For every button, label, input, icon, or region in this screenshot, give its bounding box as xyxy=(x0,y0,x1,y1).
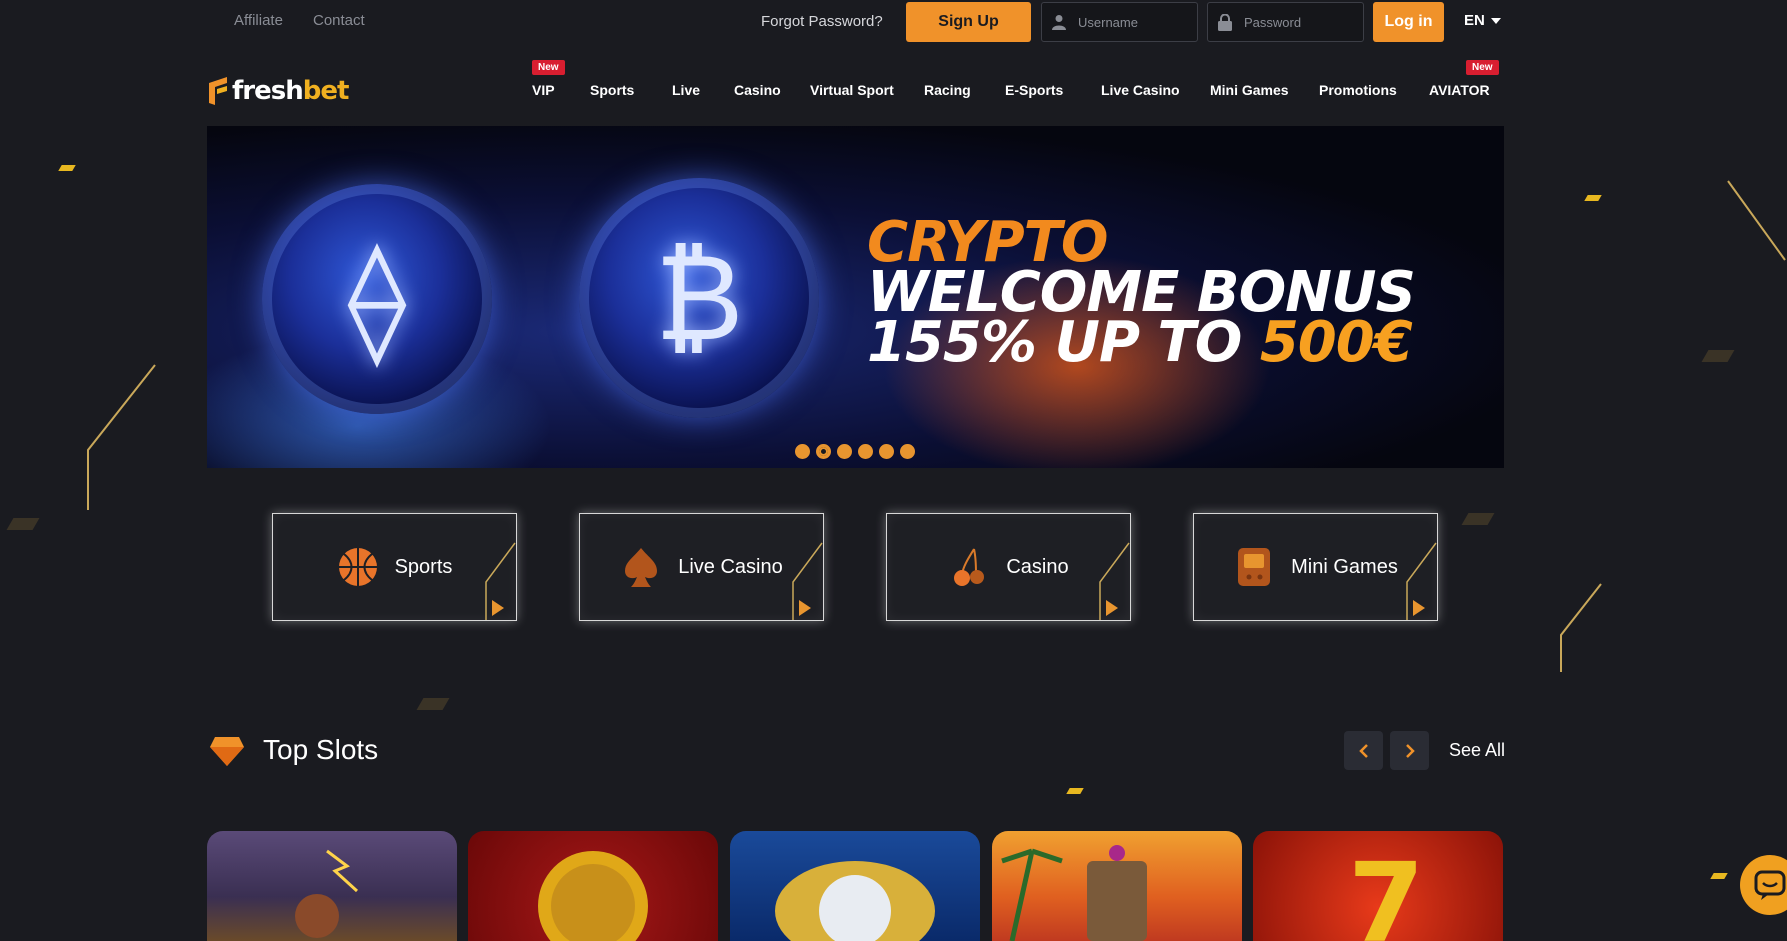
game-console-icon xyxy=(1233,546,1275,588)
username-field[interactable] xyxy=(1041,2,1198,42)
ethereum-coin-icon: ⟠ xyxy=(262,184,492,414)
carousel-dot[interactable] xyxy=(879,444,894,459)
new-badge: New xyxy=(532,60,565,75)
chevron-left-icon xyxy=(1358,743,1368,758)
affiliate-link[interactable]: Affiliate xyxy=(234,12,283,29)
play-corner-icon xyxy=(1099,542,1130,620)
carousel-dot[interactable] xyxy=(795,444,810,459)
section-title-top-slots: Top Slots xyxy=(263,734,379,765)
ethereum-symbol-icon: ⟠ xyxy=(347,229,407,369)
slots-next-button[interactable] xyxy=(1390,731,1429,770)
bitcoin-symbol-icon: ₿ xyxy=(654,228,744,368)
language-label: EN xyxy=(1464,12,1485,29)
nav-item-virtual-sport[interactable]: Virtual Sport xyxy=(810,82,894,98)
banner-line-offer: 155% UP TO 500€ xyxy=(867,315,1415,371)
category-card-sports[interactable]: Sports xyxy=(272,513,517,621)
banner-offer-prefix: 155% UP TO xyxy=(867,310,1260,375)
freshbet-logo[interactable]: fresh bet xyxy=(207,76,350,106)
chevron-right-icon xyxy=(1405,743,1415,758)
password-field[interactable] xyxy=(1207,2,1364,42)
category-card-casino[interactable]: Casino xyxy=(886,513,1131,621)
decor-chip xyxy=(416,698,450,710)
banner-offer-amount: 500€ xyxy=(1259,310,1413,375)
slots-prev-button[interactable] xyxy=(1344,731,1383,770)
carousel-dots xyxy=(795,444,915,459)
cherry-icon xyxy=(948,546,990,588)
category-label: Sports xyxy=(394,555,453,578)
category-label: Live Casino xyxy=(678,555,783,578)
nav-item-e-sports[interactable]: E-Sports xyxy=(1005,82,1063,98)
play-corner-icon xyxy=(792,542,823,620)
language-selector[interactable]: EN xyxy=(1464,12,1501,29)
decor-chip xyxy=(1461,513,1495,525)
caret-down-icon xyxy=(1490,17,1501,24)
password-input[interactable] xyxy=(1242,13,1356,31)
decor-chip xyxy=(58,165,76,171)
log-in-button[interactable]: Log in xyxy=(1373,2,1444,42)
decor-streak xyxy=(1560,583,1602,672)
decor-chip xyxy=(1701,350,1735,362)
nav-item-live-casino[interactable]: Live Casino xyxy=(1101,82,1180,98)
lock-icon xyxy=(1208,13,1242,31)
carousel-dot[interactable] xyxy=(837,444,852,459)
forgot-password-link[interactable]: Forgot Password? xyxy=(761,13,883,30)
live-chat-button[interactable] xyxy=(1740,855,1787,915)
carousel-dot-active[interactable] xyxy=(816,444,831,459)
new-badge: New xyxy=(1466,60,1499,75)
nav-item-promotions[interactable]: Promotions xyxy=(1319,82,1397,98)
category-card-mini-games[interactable]: Mini Games xyxy=(1193,513,1438,621)
logo-mark-icon xyxy=(209,77,227,105)
logo-text-bet: bet xyxy=(302,76,350,106)
category-label: Mini Games xyxy=(1291,555,1398,578)
decor-streak xyxy=(1727,180,1786,261)
nav-item-live[interactable]: Live xyxy=(672,82,700,98)
spade-icon xyxy=(620,546,662,588)
user-icon xyxy=(1042,14,1076,30)
carousel-dot[interactable] xyxy=(900,444,915,459)
nav-item-racing[interactable]: Racing xyxy=(924,82,971,98)
nav-item-sports[interactable]: Sports xyxy=(590,82,634,98)
carousel-dot[interactable] xyxy=(858,444,873,459)
svg-text:7: 7 xyxy=(1348,839,1425,941)
nav-item-aviator[interactable]: AVIATOR xyxy=(1429,82,1490,98)
decor-streak xyxy=(87,364,156,510)
decor-chip xyxy=(6,518,40,530)
logo-text-fresh: fresh xyxy=(232,76,304,106)
nav-item-mini-games[interactable]: Mini Games xyxy=(1210,82,1289,98)
see-all-link[interactable]: See All xyxy=(1449,740,1505,761)
bitcoin-coin-icon: ₿ xyxy=(579,178,819,418)
username-input[interactable] xyxy=(1076,13,1190,31)
play-corner-icon xyxy=(485,542,516,620)
nav-item-vip[interactable]: VIP xyxy=(532,82,555,98)
decor-chip xyxy=(1710,873,1728,879)
chat-bubble-icon xyxy=(1754,870,1786,900)
top-bar: Affiliate Contact Forgot Password? Sign … xyxy=(0,0,1787,44)
contact-link[interactable]: Contact xyxy=(313,12,365,29)
nav-item-casino[interactable]: Casino xyxy=(734,82,781,98)
category-label: Casino xyxy=(1006,555,1069,578)
play-corner-icon xyxy=(1406,542,1437,620)
decor-chip xyxy=(1584,195,1602,201)
decor-chip xyxy=(1066,788,1084,794)
banner-headline: CRYPTO WELCOME BONUS 155% UP TO 500€ xyxy=(867,215,1416,371)
sign-up-button[interactable]: Sign Up xyxy=(906,2,1031,42)
diamond-icon xyxy=(210,737,244,766)
category-card-live-casino[interactable]: Live Casino xyxy=(579,513,824,621)
promo-banner[interactable]: ⟠ ₿ CRYPTO WELCOME BONUS 155% UP TO 500€ xyxy=(207,126,1504,468)
basketball-icon xyxy=(337,546,379,588)
